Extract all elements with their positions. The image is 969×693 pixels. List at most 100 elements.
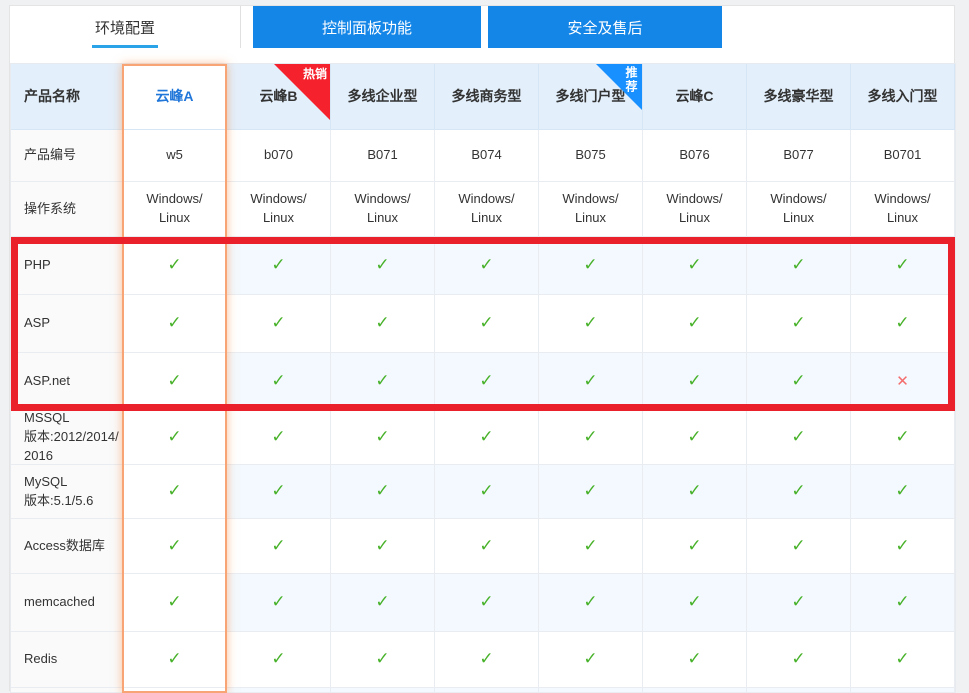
row-label: MySQL 版本:5.1/5.6 — [11, 465, 123, 519]
row-label-text: MySQL 版本:5.1/5.6 — [24, 473, 93, 511]
check-icon: ✓ — [271, 534, 285, 559]
check-icon: ✓ — [479, 425, 493, 450]
table-row: MSSQL 版本:2012/2014/ 2016✓✓✓✓✓✓✓✓ — [11, 411, 955, 465]
check-icon: ✓ — [167, 479, 181, 504]
table-cell: ✓ — [643, 295, 747, 353]
check-icon: ✓ — [479, 311, 493, 336]
header-cell-3[interactable]: 多线企业型 — [331, 64, 435, 130]
table-cell: ✓ — [435, 353, 539, 411]
check-icon: ✓ — [167, 253, 181, 278]
header-cell-8[interactable]: 多线入门型 — [851, 64, 955, 130]
table-cell: ✓ — [331, 574, 435, 632]
table-cell: ✓ — [643, 519, 747, 574]
cell-value: Windows/ Linux — [770, 190, 826, 228]
row-label: 产品编号 — [11, 130, 123, 182]
header-cell-7[interactable]: 多线豪华型 — [747, 64, 851, 130]
check-icon: ✓ — [271, 590, 285, 615]
check-icon: ✓ — [687, 425, 701, 450]
check-icon: ✓ — [479, 369, 493, 394]
check-icon: ✓ — [375, 534, 389, 559]
table-cell: ✓ — [331, 465, 435, 519]
check-icon: ✓ — [895, 311, 909, 336]
table-cell: ✓ — [123, 295, 227, 353]
cell-value: Windows/ Linux — [354, 190, 410, 228]
table-cell: ✓ — [747, 519, 851, 574]
table-cell: B074 — [435, 130, 539, 182]
table-cell: ✓ — [539, 295, 643, 353]
table-cell: ✓ — [851, 574, 955, 632]
cell-value: b070 — [264, 146, 293, 165]
table-cell: ✓ — [643, 632, 747, 688]
table-cell: ✓ — [123, 574, 227, 632]
tab-control-panel-features[interactable]: 控制面板功能 — [253, 6, 481, 48]
table-cell: B075 — [539, 130, 643, 182]
table-cell: ✓ — [851, 465, 955, 519]
row-label: MSSQL 版本:2012/2014/ 2016 — [11, 411, 123, 465]
check-icon: ✓ — [271, 425, 285, 450]
product-name: 云峰C — [675, 86, 713, 106]
table-cell: B0701 — [851, 130, 955, 182]
row-label-text: Access数据库 — [24, 537, 105, 556]
table-cell: ✓ — [643, 574, 747, 632]
header-cell-5[interactable]: 多线门户型推荐 — [539, 64, 643, 130]
check-icon: ✓ — [271, 369, 285, 394]
table-cell: ✓ — [227, 411, 331, 465]
check-icon: ✓ — [167, 311, 181, 336]
check-icon: ✓ — [583, 479, 597, 504]
tab-label: 安全及售后 — [567, 17, 642, 38]
table-cell: ✓ — [539, 632, 643, 688]
table-cell: ✓ — [227, 574, 331, 632]
table-cell: ✓ — [331, 519, 435, 574]
row-label-text: 产品编号 — [24, 146, 76, 165]
tab-environment-config[interactable]: 环境配置 — [10, 6, 241, 48]
table-cell: ✓ — [539, 353, 643, 411]
check-icon: ✓ — [791, 311, 805, 336]
table-cell: ✓ — [643, 353, 747, 411]
table-cell: Windows/ Linux — [851, 182, 955, 237]
check-icon: ✓ — [479, 534, 493, 559]
row-label-text: ASP.net — [24, 372, 70, 391]
cell-value: B074 — [471, 146, 501, 165]
table-row: Redis✓✓✓✓✓✓✓✓ — [11, 632, 955, 688]
product-name: 多线豪华型 — [764, 86, 834, 106]
table-cell: Windows/ Linux — [643, 182, 747, 237]
table-cell: ✓ — [747, 574, 851, 632]
header-cell-6[interactable]: 云峰C — [643, 64, 747, 130]
check-icon: ✓ — [167, 369, 181, 394]
check-icon: ✓ — [687, 479, 701, 504]
check-icon: ✓ — [687, 590, 701, 615]
check-icon: ✓ — [583, 369, 597, 394]
table-cell: ✓ — [747, 295, 851, 353]
check-icon: ✓ — [375, 647, 389, 672]
table-cell: Windows/ Linux — [331, 182, 435, 237]
check-icon: ✓ — [791, 647, 805, 672]
table-cell: ✓ — [851, 295, 955, 353]
check-icon: ✓ — [791, 253, 805, 278]
table-row: ASP.net✓✓✓✓✓✓✓✕ — [11, 353, 955, 411]
product-name: 多线企业型 — [348, 86, 418, 106]
header-cell-2[interactable]: 云峰B热销 — [227, 64, 331, 130]
header-cell-1[interactable]: 云峰A — [123, 64, 227, 130]
cell-value: Windows/ Linux — [562, 190, 618, 228]
row-label-text: PHP — [24, 256, 51, 275]
row-label: 操作系统 — [11, 182, 123, 237]
check-icon: ✓ — [895, 253, 909, 278]
check-icon: ✓ — [895, 425, 909, 450]
table-row: 产品编号w5b070B071B074B075B076B077B0701 — [11, 130, 955, 182]
table-cell: ✕ — [851, 353, 955, 411]
cell-value: Windows/ Linux — [250, 190, 306, 228]
row-label-text: ASP — [24, 314, 50, 333]
table-cell: ✓ — [643, 237, 747, 295]
header-cell-4[interactable]: 多线商务型 — [435, 64, 539, 130]
table-cell: ✓ — [123, 519, 227, 574]
table-cell: ✓ — [123, 632, 227, 688]
check-icon: ✓ — [791, 534, 805, 559]
tab-security-aftersales[interactable]: 安全及售后 — [488, 6, 722, 48]
table-cell: ✓ — [227, 295, 331, 353]
table-row: MySQL 版本:5.1/5.6✓✓✓✓✓✓✓✓ — [11, 465, 955, 519]
cross-icon: ✕ — [896, 371, 909, 393]
comparison-table: 产品名称云峰A云峰B热销多线企业型多线商务型多线门户型推荐云峰C多线豪华型多线入… — [10, 63, 956, 693]
check-icon: ✓ — [479, 253, 493, 278]
table-cell: ✓ — [227, 237, 331, 295]
table-cell: ✓ — [539, 411, 643, 465]
